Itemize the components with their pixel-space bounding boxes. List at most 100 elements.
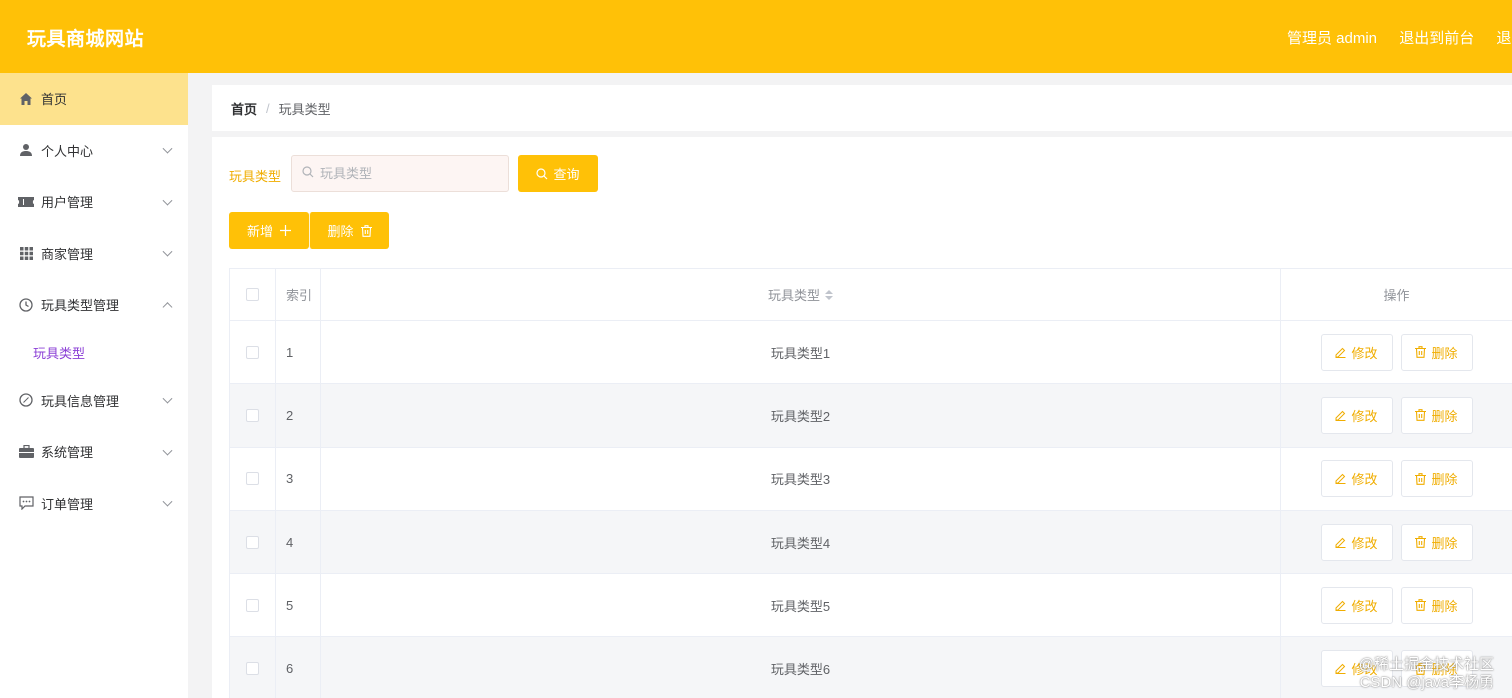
delete-button[interactable]: 删除: [1400, 460, 1473, 498]
sidebar-item-label: 订单管理: [41, 496, 94, 512]
delete-label: 删除: [1431, 472, 1458, 488]
edit-icon: [1335, 600, 1346, 611]
chevron-down-icon: [162, 246, 173, 257]
trash-icon: [1415, 346, 1427, 358]
edit-icon: [1335, 473, 1346, 485]
sidebar-item-toy-type[interactable]: 玩具类型管理: [0, 279, 188, 331]
query-button[interactable]: 查询: [518, 155, 598, 192]
table-body: 1 玩具类型1 修改 删除 2 玩具类型2 修改 删除 3 玩具类型3 修改 删除 4 玩具类型4 修改 删除…: [230, 321, 1512, 698]
batch-delete-button[interactable]: 删除: [309, 212, 389, 249]
row-ops: 修改 删除: [1281, 511, 1512, 573]
row-checkbox[interactable]: [246, 345, 259, 359]
edit-button[interactable]: 修改: [1320, 396, 1393, 434]
header-type[interactable]: 玩具类型: [321, 269, 1281, 320]
query-button-label: 查询: [553, 167, 580, 182]
row-checkbox[interactable]: [246, 408, 259, 422]
search-icon: [302, 165, 314, 183]
row-checkbox-cell: [230, 510, 276, 574]
add-button[interactable]: 新增: [229, 212, 309, 249]
row-checkbox-cell: [230, 574, 276, 637]
select-all-checkbox[interactable]: [246, 288, 259, 301]
search-input[interactable]: [320, 166, 500, 181]
row-ops: 修改 删除: [1281, 321, 1512, 383]
edit-button[interactable]: 修改: [1320, 333, 1393, 371]
row-checkbox-cell: [230, 447, 276, 510]
sidebar-item-label: 玩具信息管理: [41, 393, 120, 409]
sidebar-item-home[interactable]: 首页: [0, 73, 188, 125]
trash-icon: [360, 224, 372, 237]
toy-type-table: 索引 玩具类型 操作 1 玩具类型1 修改 删除 2 玩具类型2 修改 删除 3 玩具类型3 修改删…: [229, 268, 1512, 698]
sidebar-item-label: 个人中心: [41, 143, 94, 159]
edit-button[interactable]: 修改: [1320, 586, 1393, 624]
table-row: 2 玩具类型2 修改 删除: [230, 384, 1512, 448]
edit-button[interactable]: 修改: [1320, 460, 1393, 498]
edit-icon: [1335, 663, 1346, 675]
delete-label: 删除: [1431, 408, 1458, 424]
delete-label: 删除: [1431, 345, 1458, 361]
trash-icon: [1415, 409, 1427, 422]
delete-button[interactable]: 删除: [1400, 396, 1473, 434]
add-button-label: 新增: [246, 224, 273, 239]
delete-button[interactable]: 删除: [1400, 333, 1473, 371]
sidebar-item-label: 系统管理: [41, 445, 94, 461]
row-type: 玩具类型1: [321, 321, 1281, 384]
breadcrumb-current: 玩具类型: [278, 101, 331, 117]
user-icon: [18, 142, 34, 158]
header-ops: 操作: [1383, 288, 1410, 303]
chevron-up-icon: [162, 301, 173, 312]
chevron-down-icon: [162, 393, 173, 404]
breadcrumb-home[interactable]: 首页: [231, 99, 257, 118]
watermark: @稀土掘金技术社区 CSDN @java李杨勇: [1359, 656, 1494, 692]
edit-label: 修改: [1351, 598, 1378, 614]
row-index: 4: [276, 510, 321, 574]
row-checkbox[interactable]: [246, 535, 259, 549]
breadcrumb: 首页 / 玩具类型: [212, 85, 1512, 131]
delete-label: 删除: [1431, 598, 1458, 614]
sort-icon[interactable]: [825, 289, 833, 300]
sidebar-item-toy-info[interactable]: 玩具信息管理: [0, 375, 188, 427]
watermark-line2: CSDN @java李杨勇: [1359, 674, 1494, 691]
trash-icon: [1415, 599, 1427, 612]
sidebar-item-orders[interactable]: 订单管理: [0, 478, 188, 530]
site-title: 玩具商城网站: [27, 29, 145, 50]
table-header-row: 索引 玩具类型 操作: [230, 269, 1512, 321]
delete-button[interactable]: 删除: [1400, 586, 1473, 624]
top-header: 玩具商城网站 管理员 admin 退出到前台 退出登录: [0, 0, 1512, 73]
row-checkbox[interactable]: [246, 662, 259, 676]
delete-label: 删除: [1431, 535, 1458, 551]
row-checkbox[interactable]: [246, 598, 259, 612]
edit-icon: [1335, 537, 1346, 548]
edit-button[interactable]: 修改: [1320, 523, 1393, 561]
chevron-down-icon: [162, 143, 173, 154]
table-row: 4 玩具类型4 修改 删除: [230, 510, 1512, 575]
chevron-down-icon: [162, 445, 173, 456]
header-index: 索引: [276, 269, 321, 320]
sidebar-item-profile[interactable]: 个人中心: [0, 125, 188, 177]
logout-link[interactable]: 退出登录: [1496, 30, 1512, 47]
row-checkbox[interactable]: [246, 472, 259, 486]
header-type-label: 玩具类型: [767, 288, 820, 303]
header-actions: 管理员 admin 退出到前台 退出登录: [1287, 27, 1512, 48]
edit-icon: [1335, 410, 1346, 421]
table-row: 5 玩具类型5 修改 删除: [230, 574, 1512, 638]
delete-button-label: 删除: [327, 224, 354, 239]
briefcase-icon: [18, 444, 34, 460]
front-link[interactable]: 退出到前台: [1399, 30, 1474, 47]
sidebar-item-system[interactable]: 系统管理: [0, 426, 188, 478]
grid-icon: [18, 245, 34, 261]
chat-icon: [18, 495, 34, 511]
row-checkbox-cell: [230, 384, 276, 447]
search-field[interactable]: [291, 155, 509, 192]
edit-label: 修改: [1351, 408, 1378, 424]
delete-button[interactable]: 删除: [1400, 523, 1473, 561]
sidebar-subitem-toy-type[interactable]: 玩具类型: [0, 331, 188, 375]
edit-icon: [1335, 347, 1346, 358]
row-type: 玩具类型3: [321, 447, 1281, 510]
trash-icon: [1415, 536, 1427, 548]
main-panel: 玩具类型 查询 新增 删除 索引 玩具类型 操作 1玩具类型1修改删: [212, 137, 1512, 698]
table-row: 1 玩具类型1 修改 删除: [230, 321, 1512, 385]
sidebar-item-merchants[interactable]: 商家管理: [0, 228, 188, 280]
sidebar-item-users[interactable]: 用户管理: [0, 176, 188, 228]
edit-label: 修改: [1351, 472, 1378, 488]
admin-label: 管理员 admin: [1287, 30, 1378, 47]
